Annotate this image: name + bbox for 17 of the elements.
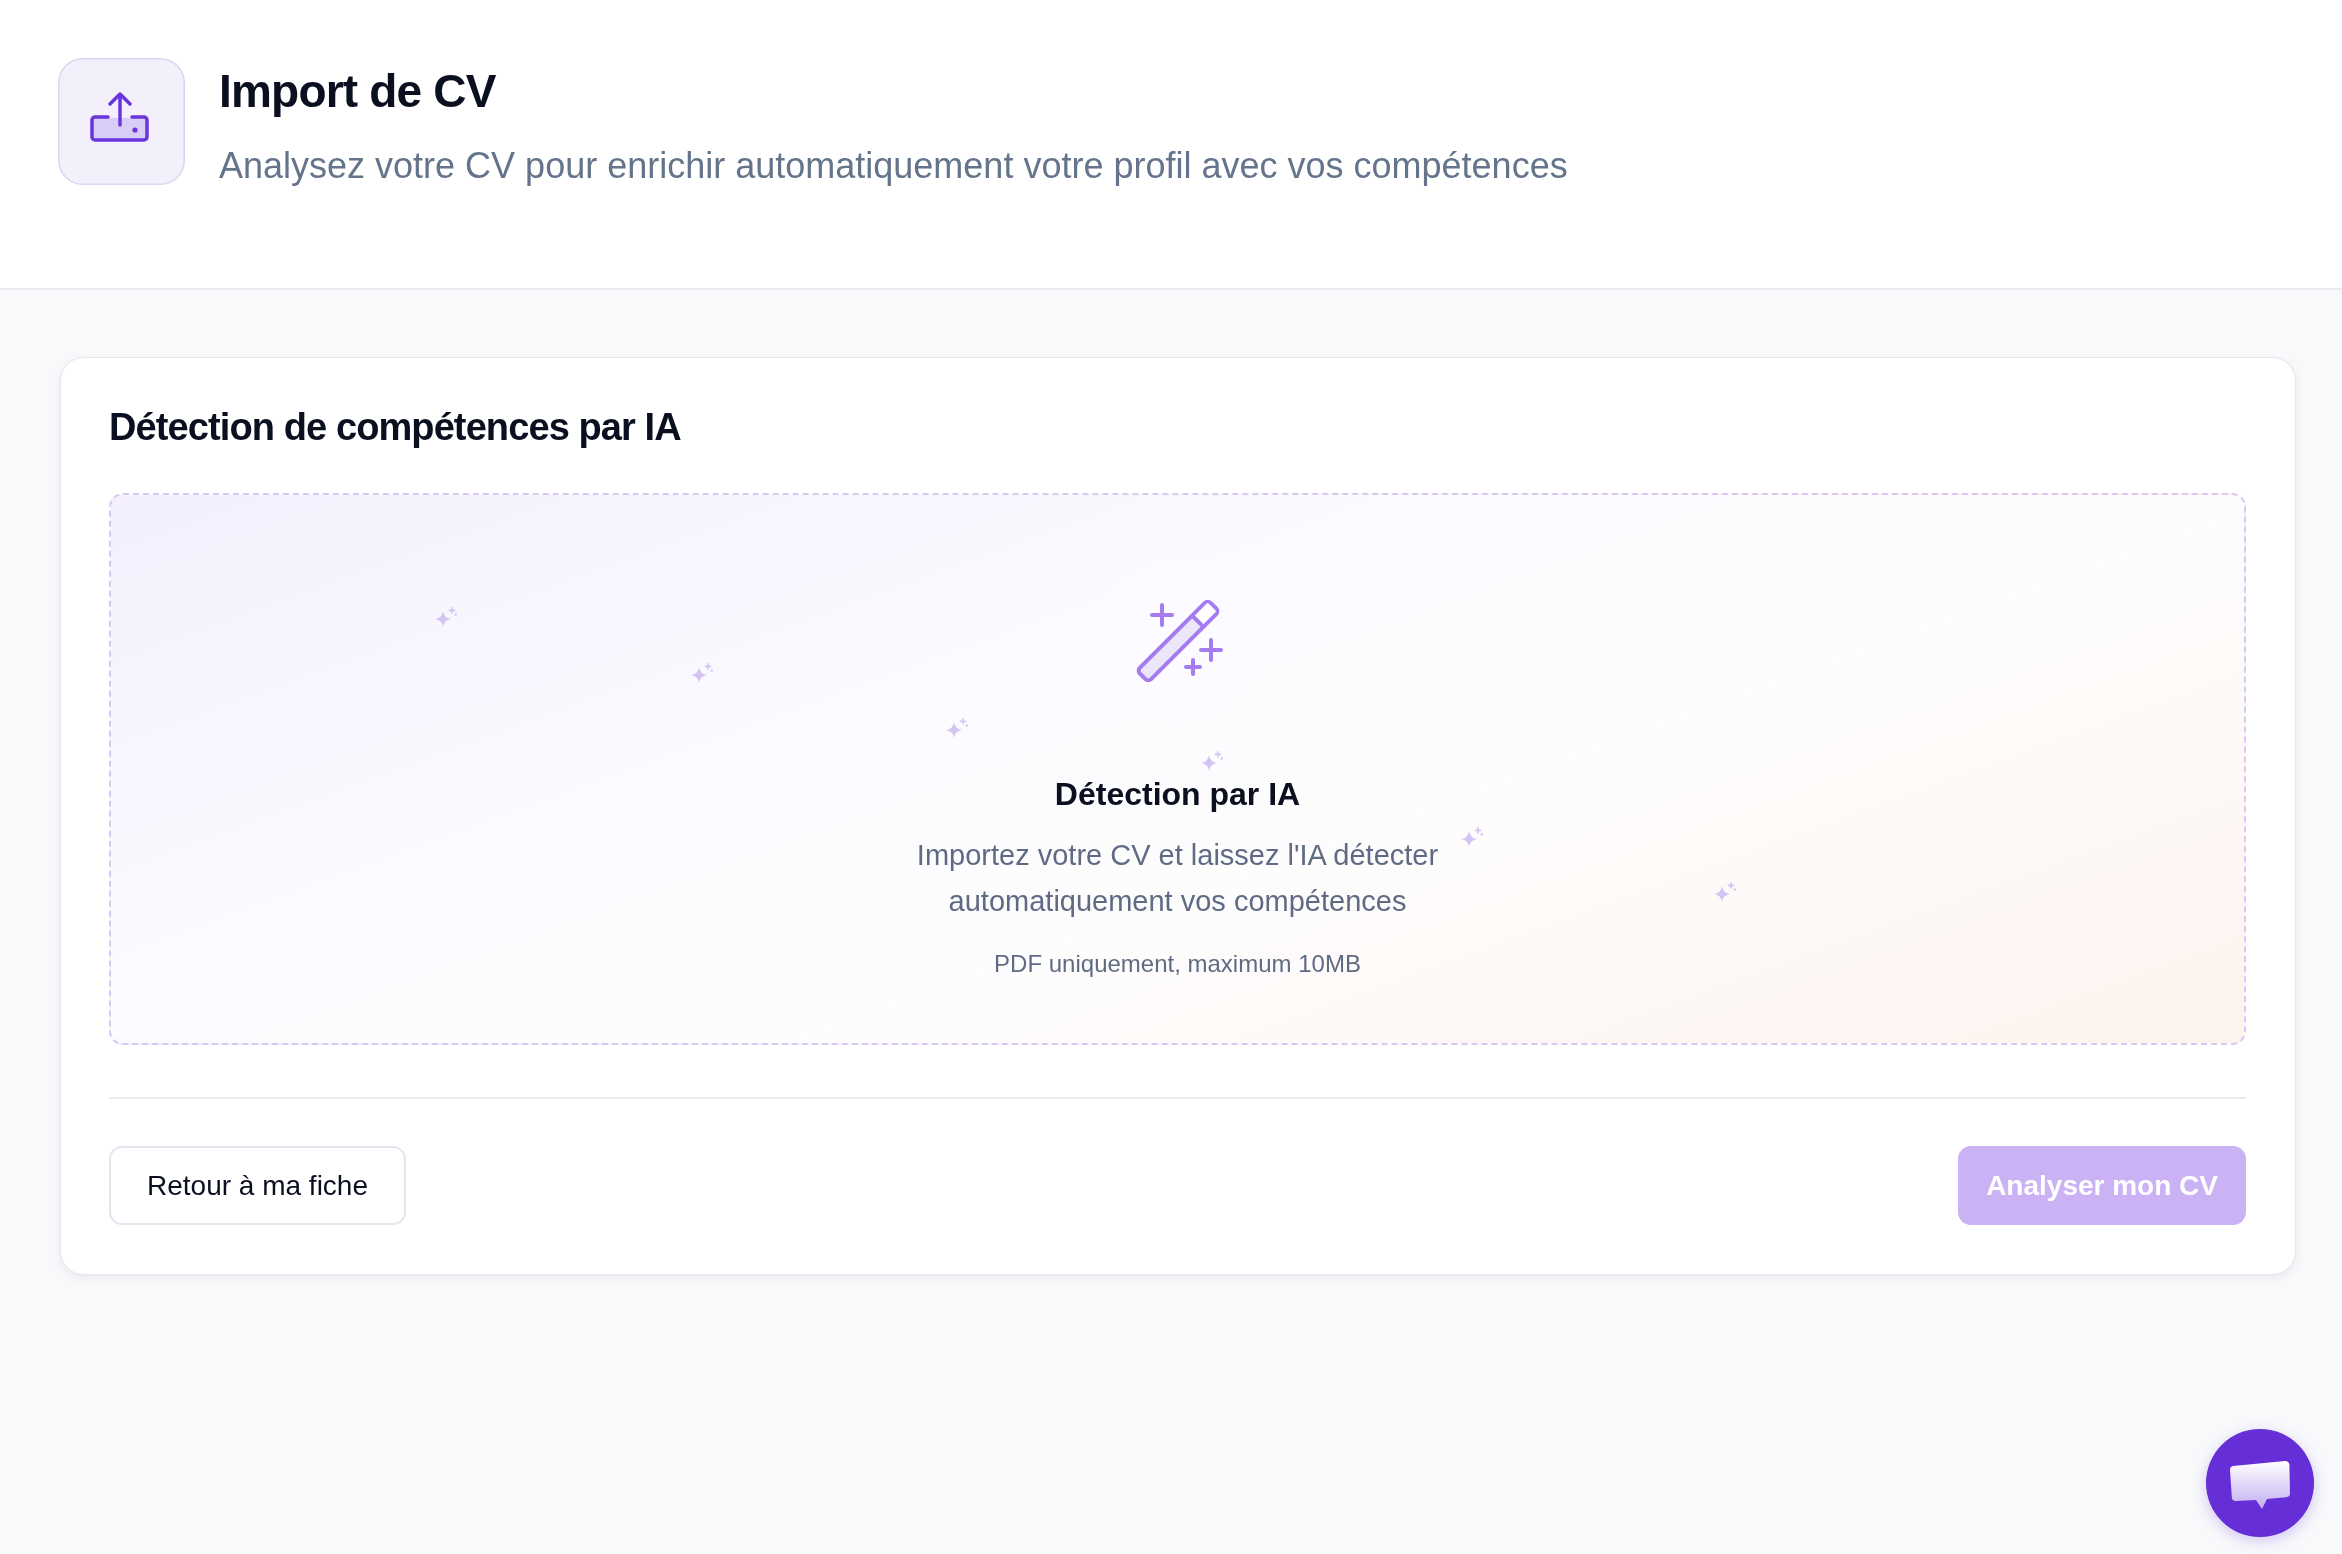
upload-icon [58, 58, 185, 185]
sparkle-icon [691, 663, 713, 683]
sparkle-icon [1201, 751, 1223, 771]
file-drop-zone[interactable]: Détection par IA Importez votre CV et laissez l'IA détecter automatiquement vos compétences PDF uniquement, maximum 10MB [109, 493, 2246, 1045]
back-button[interactable]: Retour à ma fiche [109, 1146, 406, 1225]
sparkle-icon [1461, 827, 1483, 847]
chat-button[interactable] [2206, 1429, 2314, 1537]
card-title: Détection de compétences par IA [109, 405, 681, 449]
sparkle-icon [946, 718, 968, 738]
dropzone-description: Importez votre CV et laissez l'IA détecter automatiquement vos compétences [915, 838, 1440, 919]
file-format-hint: PDF uniquement, maximum 10MB [994, 949, 1361, 979]
page-title: Import de CV [219, 64, 496, 118]
dropzone-title: Détection par IA [1054, 775, 1301, 814]
sparkle-icon [435, 607, 457, 627]
page-subtitle: Analysez votre CV pour enrichir automatiquement votre profil avec vos compétences [219, 144, 1568, 188]
chat-bubble-icon [2229, 1460, 2291, 1510]
sparkle-icon [1714, 882, 1736, 902]
